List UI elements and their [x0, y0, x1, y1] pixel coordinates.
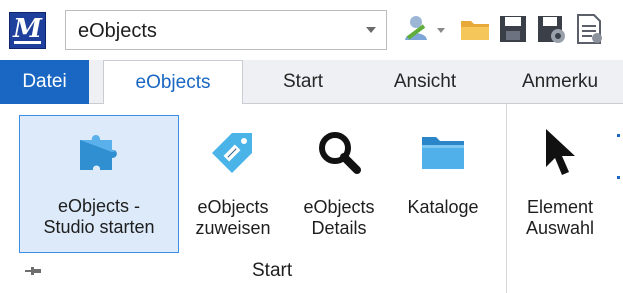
eobjects-zuweisen-line1: eObjects	[197, 197, 269, 217]
eobjects-details-line1: eObjects	[303, 197, 375, 217]
ribbon-group-separator	[506, 104, 507, 293]
app-logo-icon[interactable]: M	[9, 12, 46, 49]
tab-ansicht-label: Ansicht	[393, 71, 457, 92]
pin-icon[interactable]	[24, 264, 42, 283]
tab-start-label: Start	[282, 71, 324, 92]
tab-anmerkungen-label: Anmerku	[522, 71, 599, 92]
tab-ansicht[interactable]: Ansicht	[370, 60, 480, 104]
partial-icon-top	[617, 134, 620, 137]
kataloge-button[interactable]: Kataloge	[393, 115, 493, 253]
tab-anmerkungen[interactable]: Anmerku	[508, 60, 623, 104]
puzzle-icon	[80, 135, 117, 170]
partial-icon-bottom	[617, 176, 620, 179]
tab-datei-label: Datei	[22, 71, 67, 92]
tab-eobjects[interactable]: eObjects	[103, 60, 243, 105]
magnifier-icon	[319, 132, 361, 174]
eobjects-details-button[interactable]: eObjects Details	[287, 115, 391, 253]
ribbon-group-start-label: Start	[252, 260, 293, 281]
open-folder-icon[interactable]	[458, 12, 492, 51]
chevron-down-icon[interactable]	[366, 27, 376, 33]
tab-start[interactable]: Start	[258, 60, 348, 104]
eobjects-details-line2: Details	[311, 218, 367, 238]
app-logo-letter: M	[13, 14, 42, 44]
save-settings-icon[interactable]	[534, 12, 568, 51]
studio-starten-line2: Studio starten	[43, 217, 155, 237]
tab-datei[interactable]: Datei	[0, 60, 89, 104]
studio-starten-line1: eObjects -	[57, 196, 141, 216]
element-auswahl-line1: Element	[526, 197, 594, 217]
eobjects-zuweisen-line2: zuweisen	[195, 218, 271, 238]
tab-eobjects-label: eObjects	[135, 72, 211, 93]
ribbon-tab-bar: Datei eObjects Start Ansicht Anmerku	[0, 60, 623, 105]
element-auswahl-button[interactable]: Element Auswahl	[512, 115, 608, 253]
eobjects-zuweisen-button[interactable]: eObjects zuweisen	[183, 115, 283, 253]
document-icon[interactable]	[572, 12, 606, 51]
user-dropdown-icon[interactable]	[436, 22, 446, 40]
tag-icon	[212, 133, 252, 173]
kataloge-label: Kataloge	[407, 197, 479, 217]
workspace-dropdown-value: eObjects	[78, 20, 157, 42]
arrow-pointer-icon	[546, 129, 575, 175]
user-icon[interactable]	[402, 12, 436, 51]
folder-icon	[422, 137, 464, 169]
studio-starten-button[interactable]: eObjects - Studio starten	[19, 115, 179, 253]
workspace-dropdown[interactable]: eObjects	[65, 10, 387, 50]
quick-access-toolbar: M eObjects	[0, 0, 623, 60]
element-auswahl-line2: Auswahl	[525, 218, 595, 238]
save-icon[interactable]	[496, 12, 530, 51]
